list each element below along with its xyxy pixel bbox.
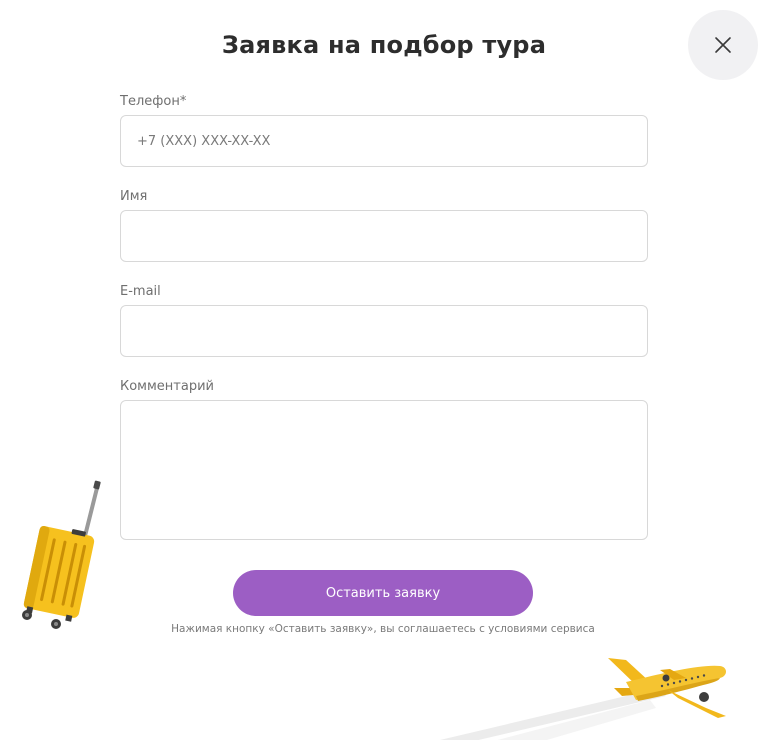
email-label: E-mail [120, 284, 161, 299]
modal-title: Заявка на подбор тура [221, 31, 547, 59]
email-input[interactable] [120, 305, 648, 357]
comment-textarea[interactable] [120, 400, 648, 540]
agreement-text: Нажимая кнопку «Оставить заявку», вы сог… [171, 623, 595, 635]
name-label: Имя [120, 189, 148, 204]
close-button[interactable] [688, 10, 758, 80]
tour-request-modal: Заявка на подбор тура Телефон* Имя E-mai… [0, 0, 768, 740]
phone-input[interactable] [120, 115, 648, 167]
airplane-illustration [440, 658, 726, 740]
close-icon [715, 37, 731, 53]
phone-label: Телефон* [120, 94, 187, 109]
name-input[interactable] [120, 210, 648, 262]
submit-button[interactable]: Оставить заявку [233, 570, 533, 616]
comment-label: Комментарий [120, 379, 214, 394]
suitcase-illustration [22, 480, 101, 629]
